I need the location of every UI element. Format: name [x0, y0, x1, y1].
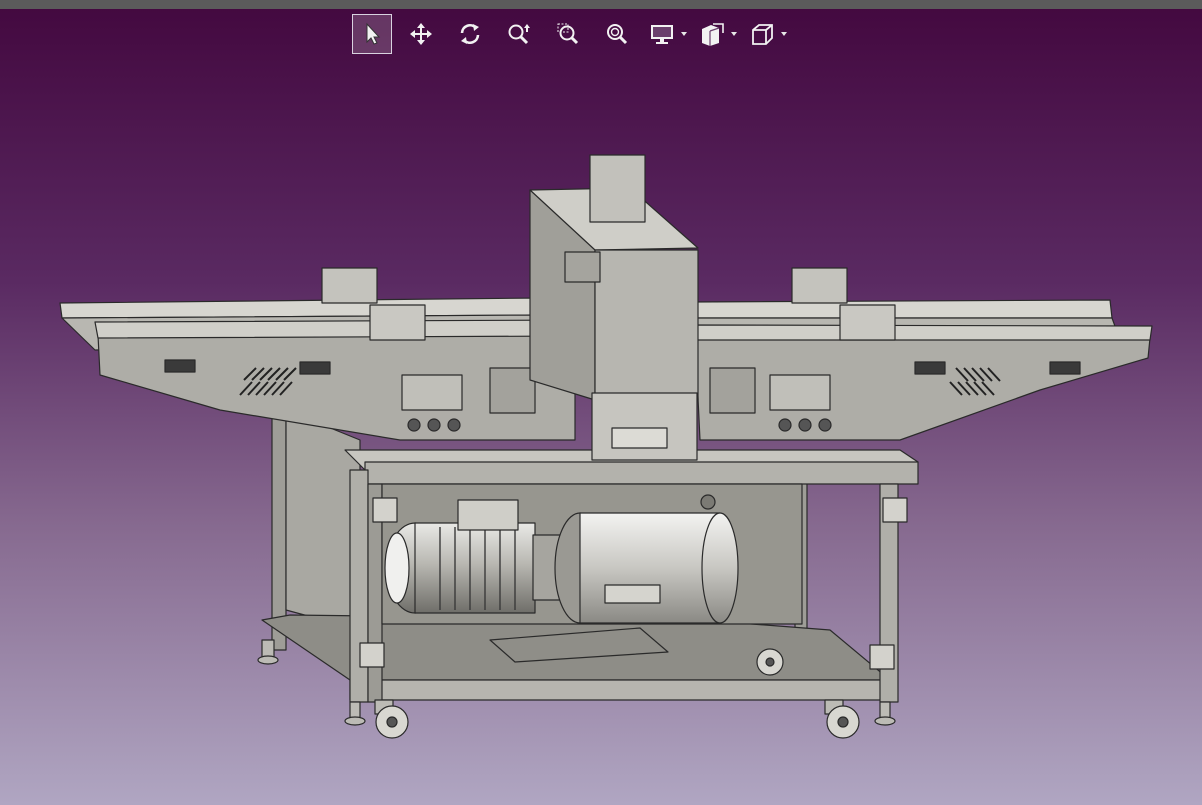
frame-base-rail-front	[349, 679, 891, 701]
section-dropdown[interactable]	[696, 14, 737, 54]
bearing-block-left-front	[369, 304, 426, 341]
column-motor-box	[589, 154, 646, 223]
frame-side-panel	[285, 409, 361, 631]
cursor-arrow-icon	[366, 22, 381, 45]
mount-bracket	[869, 644, 895, 670]
column-base	[591, 392, 698, 461]
conveyor-right-top	[689, 299, 1113, 319]
zoom-dynamic-icon	[508, 24, 530, 45]
zoom-fit-button[interactable]	[597, 14, 637, 54]
bearing-block-left-back	[321, 267, 378, 304]
display-mode-dropdown[interactable]	[646, 14, 687, 54]
zoom-fit-icon	[607, 24, 628, 45]
monitor-icon	[651, 25, 673, 44]
zoom-area-button[interactable]	[548, 14, 588, 54]
3d-viewport[interactable]	[0, 60, 1202, 805]
cad-viewer	[0, 0, 1202, 805]
select-tool-button[interactable]	[352, 14, 392, 54]
mount-bracket	[882, 497, 908, 523]
cube-view-icon	[752, 24, 773, 45]
hydraulic-tank	[554, 494, 739, 624]
frame-leg-back-left	[271, 399, 287, 651]
section-box-icon	[702, 23, 724, 46]
conveyor-left-front-top	[94, 319, 581, 339]
bearing-block-right-back	[791, 267, 848, 304]
machine-model[interactable]	[59, 154, 1153, 739]
column-bracket	[564, 251, 601, 283]
view-cube-button[interactable]	[746, 14, 778, 54]
view-cube-dropdown[interactable]	[746, 14, 787, 54]
slot-left-2	[299, 361, 331, 375]
frame-front-beam	[364, 461, 919, 485]
chevron-down-icon	[781, 32, 787, 36]
display-mode-button[interactable]	[646, 14, 678, 54]
rotate-tool-button[interactable]	[450, 14, 490, 54]
pan-tool-button[interactable]	[401, 14, 441, 54]
zoom-dynamic-button[interactable]	[499, 14, 539, 54]
zoom-area-icon	[557, 23, 579, 45]
chevron-down-icon	[731, 32, 737, 36]
rotate-icon	[460, 24, 480, 44]
mount-bracket	[359, 642, 385, 668]
chevron-down-icon	[681, 32, 687, 36]
column-front	[594, 249, 699, 401]
mount-bracket	[372, 497, 398, 523]
conveyor-right-front	[694, 334, 1151, 441]
bearing-block-right-front	[839, 304, 896, 341]
conveyor-right-front-top	[694, 324, 1153, 341]
move-arrows-icon	[410, 23, 432, 45]
slot-left	[164, 359, 196, 373]
section-button[interactable]	[696, 14, 728, 54]
view-toolbar	[352, 12, 796, 56]
window-title-bar	[0, 0, 1202, 9]
slot-right	[914, 361, 946, 375]
slot-right-2	[1049, 361, 1081, 375]
column-plate	[611, 427, 668, 449]
